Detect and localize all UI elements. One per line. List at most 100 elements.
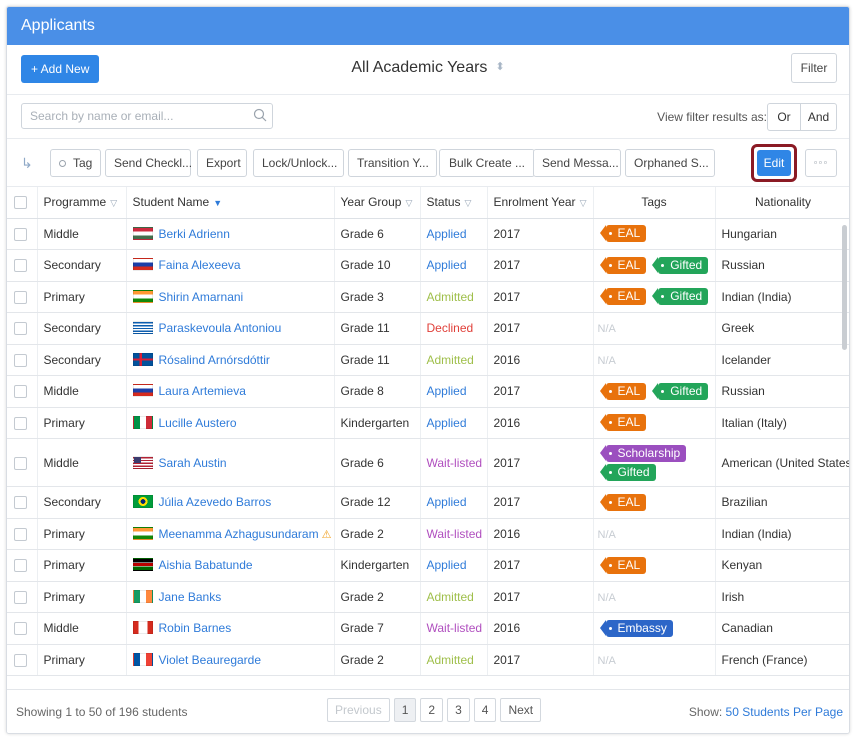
table-row[interactable]: Secondary Júlia Azevedo Barros Grade 12 … [7,486,849,519]
row-checkbox[interactable] [14,416,27,430]
student-name-link[interactable]: Lucille Austero [159,416,237,430]
page-3-button[interactable]: 3 [447,698,470,722]
tag-badge[interactable]: EAL [599,414,647,432]
send-checklist-button[interactable]: Send Checkl... [105,149,192,177]
tags-cell: EAL [593,549,716,582]
tag-badge[interactable]: EAL [599,256,647,274]
student-name-link[interactable]: Rósalind Arnórsdóttir [159,353,270,367]
search-icon[interactable] [253,108,267,122]
nationality-cell: Icelander [715,344,849,376]
page-4-button[interactable]: 4 [473,698,497,722]
table-row[interactable]: Middle Berki Adrienn Grade 6 Applied 201… [7,218,849,250]
next-page-button[interactable]: Next [500,698,542,722]
table-row[interactable]: Middle Sarah Austin Grade 6 Wait-listed … [7,438,849,487]
status-cell: Declined [420,312,488,345]
page-2-button[interactable]: 2 [420,698,444,722]
student-name-link[interactable]: Violet Beauregarde [159,653,262,667]
nationality-cell: Brazilian [715,486,849,519]
filter-button[interactable]: Filter [791,53,837,83]
table-row[interactable]: Middle Robin Barnes Grade 7 Wait-listed … [7,612,849,645]
flag-icon [132,352,153,366]
student-name-link[interactable]: Robin Barnes [159,621,232,635]
row-checkbox[interactable] [14,322,27,336]
row-checkbox[interactable] [14,353,27,367]
tag-badge[interactable]: Gifted [652,256,709,274]
col-status[interactable]: Status ▽ [420,187,488,219]
student-name-cell: Faina Alexeeva [126,249,335,282]
tag-badge[interactable]: Scholarship [599,444,687,462]
tag-badge[interactable]: EAL [599,493,647,511]
table-row[interactable]: Middle Laura Artemieva Grade 8 Applied 2… [7,375,849,408]
student-name-link[interactable]: Jane Banks [159,590,222,604]
page-1-button[interactable]: 1 [393,698,417,722]
table-row[interactable]: Secondary Rósalind Arnórsdóttir Grade 11… [7,344,849,376]
bulk-create-button[interactable]: Bulk Create ... [439,149,535,177]
per-page-select[interactable]: 50 Students [726,705,790,719]
tag-badge[interactable]: EAL [599,556,647,574]
student-name-link[interactable]: Meenamma Azhagusundaram [159,527,319,541]
student-name-link[interactable]: Paraskevoula Antoniou [159,321,282,335]
edit-button[interactable]: Edit [757,150,791,176]
student-name-link[interactable]: Júlia Azevedo Barros [159,495,272,509]
col-year-group[interactable]: Year Group ▽ [334,187,421,219]
student-name-link[interactable]: Aishia Babatunde [159,558,253,572]
send-message-button[interactable]: Send Messa... [533,149,621,177]
tag-button[interactable]: Tag [50,149,102,177]
search-input[interactable] [21,103,273,129]
row-checkbox[interactable] [14,653,27,667]
more-options-button[interactable]: ◦◦◦ [805,149,837,177]
row-checkbox[interactable] [14,496,27,510]
col-enrolment-year[interactable]: Enrolment Year ▽ [487,187,594,219]
year-group-cell: Grade 2 [334,644,421,676]
tags-na: N/A [597,654,616,667]
select-all-checkbox[interactable] [14,196,27,210]
row-checkbox[interactable] [14,259,27,273]
export-button[interactable]: Export [197,149,247,177]
or-button[interactable]: Or [767,103,801,131]
row-checkbox[interactable] [14,290,27,304]
academic-year-select[interactable]: All Academic Years ⬍ [7,59,849,77]
nationality-cell: Irish [715,581,849,613]
row-checkbox[interactable] [14,559,27,573]
previous-page-button[interactable]: Previous [327,698,390,722]
tags-cell: N/A [593,344,716,376]
vertical-scrollbar[interactable] [842,225,847,350]
table-row[interactable]: Primary Violet Beauregarde Grade 2 Admit… [7,644,849,676]
lock-unlock-button[interactable]: Lock/Unlock... [253,149,344,177]
transition-year-button[interactable]: Transition Y... [348,149,437,177]
programme-cell: Secondary [37,249,127,282]
tag-badge[interactable]: Gifted [599,463,656,481]
student-name-link[interactable]: Sarah Austin [159,456,227,470]
tag-badge[interactable]: Gifted [652,382,709,400]
row-checkbox[interactable] [14,527,27,541]
tag-badge[interactable]: EAL [599,225,647,243]
table-row[interactable]: Primary Lucille Austero Kindergarten App… [7,407,849,439]
nationality-cell: Indian (India) [715,518,849,550]
and-button[interactable]: And [801,103,837,131]
tag-badge[interactable]: Gifted [652,288,709,306]
tag-badge[interactable]: EAL [599,288,647,306]
student-name-link[interactable]: Shirin Amarnani [159,290,244,304]
row-checkbox[interactable] [14,385,27,399]
programme-cell: Primary [37,281,127,313]
orphaned-students-button[interactable]: Orphaned S... [625,149,715,177]
student-name-link[interactable]: Laura Artemieva [159,384,246,398]
table-row[interactable]: Primary Meenamma Azhagusundaram ⚠ Grade 2… [7,518,849,550]
col-student-name[interactable]: Student Name ▼ [126,187,335,219]
tag-badge[interactable]: Embassy [599,619,673,637]
row-checkbox[interactable] [14,227,27,241]
tag-badge[interactable]: EAL [599,382,647,400]
row-checkbox[interactable] [14,456,27,470]
enrolment-year-cell: 2017 [487,312,594,345]
row-checkbox[interactable] [14,622,27,636]
table-row[interactable]: Secondary Faina Alexeeva Grade 10 Applie… [7,249,849,282]
table-row[interactable]: Primary Shirin Amarnani Grade 3 Admitted… [7,281,849,313]
chevron-down-icon: ▽ [579,198,587,209]
col-programme[interactable]: Programme ▽ [37,187,127,219]
table-row[interactable]: Primary Jane Banks Grade 2 Admitted 2017… [7,581,849,613]
row-checkbox[interactable] [14,590,27,604]
table-row[interactable]: Primary Aishia Babatunde Kindergarten Ap… [7,549,849,582]
table-row[interactable]: Secondary Paraskevoula Antoniou Grade 11… [7,312,849,345]
student-name-link[interactable]: Faina Alexeeva [159,258,241,272]
student-name-link[interactable]: Berki Adrienn [159,227,230,241]
